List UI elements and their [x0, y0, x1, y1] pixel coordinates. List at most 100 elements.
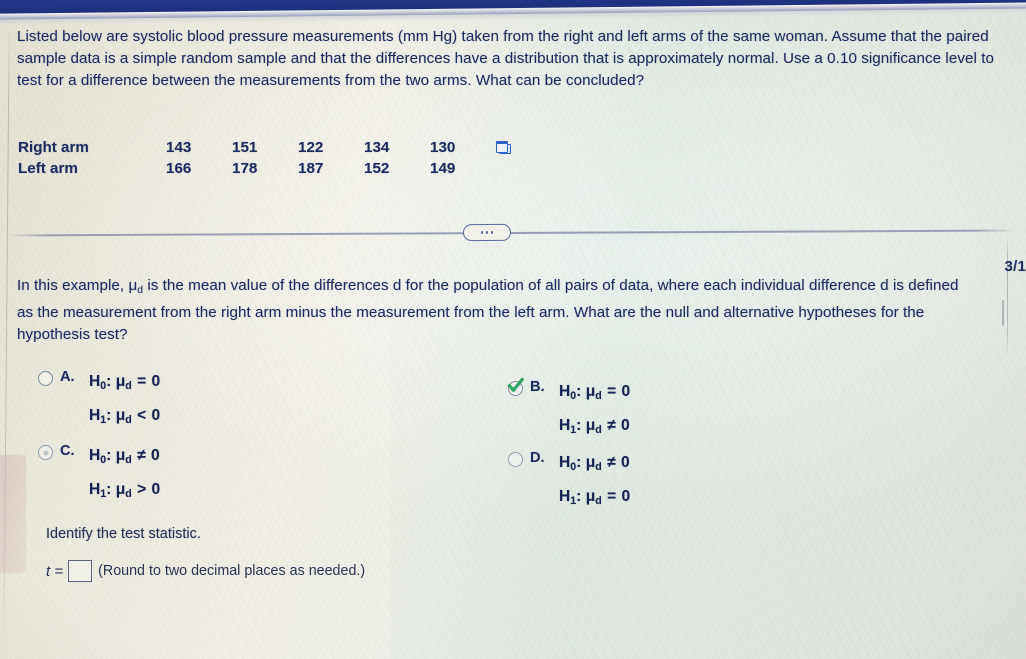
radio-button-b[interactable]	[507, 377, 524, 396]
null-hypothesis-d: H0: μd ≠ 0	[559, 448, 630, 482]
choice-option-c[interactable]: C. H0: μd ≠ 0 H1: μd > 0	[38, 441, 160, 509]
mu-glyph: μ	[128, 277, 138, 294]
value: 0	[151, 480, 161, 498]
left-arm-value-4: 152	[364, 160, 390, 177]
h-symbol: H	[559, 454, 571, 471]
test-statistic-entry: t = (Round to two decimal places as need…	[46, 560, 365, 582]
mu-symbol: μd	[128, 277, 143, 296]
left-arm-value-5: 149	[430, 160, 456, 177]
mu-glyph: μ	[115, 373, 126, 390]
value: 0	[151, 406, 161, 424]
choice-d-hypotheses: H0: μd ≠ 0 H1: μd = 0	[559, 448, 630, 516]
alt-hypothesis-d: H1: μd = 0	[559, 482, 630, 516]
right-arm-value-2: 151	[232, 139, 258, 156]
null-hypothesis-a: H0: μd = 0	[89, 367, 160, 401]
value: 0	[621, 487, 631, 505]
mu-subscript: d	[125, 487, 132, 500]
radio-inner-dot	[43, 450, 48, 455]
mu-subscript: d	[595, 494, 602, 507]
colon: :	[576, 416, 582, 434]
h-symbol: H	[89, 447, 101, 464]
null-hypothesis-c: H0: μd ≠ 0	[89, 441, 160, 475]
left-arm-value-3: 187	[298, 160, 324, 177]
page-counter-fragment: 3/1	[1004, 258, 1026, 275]
choice-letter-c: C.	[60, 443, 75, 459]
choice-a-hypotheses: H0: μd = 0 H1: μd < 0	[89, 367, 160, 435]
operator: =	[607, 383, 617, 400]
hypotheses-question: In this example, μd is the mean value of…	[17, 275, 967, 347]
choice-b-hypotheses: H0: μd = 0 H1: μd ≠ 0	[559, 377, 630, 445]
operator: =	[137, 373, 147, 390]
choice-c-hypotheses: H0: μd ≠ 0 H1: μd > 0	[89, 441, 160, 509]
operator: ≠	[607, 454, 616, 471]
choice-option-d[interactable]: D. H0: μd ≠ 0 H1: μd = 0	[508, 448, 630, 516]
test-statistic-instruction: Identify the test statistic.	[46, 526, 201, 542]
mu-glyph: μ	[115, 406, 126, 424]
null-hypothesis-b: H0: μd = 0	[559, 377, 630, 411]
mu-subscript: d	[595, 389, 602, 402]
mu-glyph: μ	[585, 487, 596, 505]
ellipsis-dot	[485, 231, 489, 234]
more-options-button[interactable]	[462, 223, 512, 242]
mu-glyph: μ	[585, 416, 596, 434]
para2-part1: In this example,	[17, 277, 129, 294]
colon: :	[106, 447, 112, 464]
colon: :	[576, 383, 582, 400]
ellipsis-dot	[491, 231, 494, 234]
right-arm-value-3: 122	[298, 139, 324, 156]
table-row: Left arm 166 178 187 152 149	[18, 160, 530, 181]
h-symbol: H	[89, 406, 101, 424]
para2-part2: is the mean value of the differences d f…	[17, 277, 959, 344]
choice-option-a[interactable]: A. H0: μd = 0 H1: μd < 0	[38, 367, 160, 435]
mu-glyph: μ	[115, 480, 126, 498]
alt-hypothesis-c: H1: μd > 0	[89, 475, 160, 509]
alt-hypothesis-b: H1: μd ≠ 0	[559, 411, 630, 445]
operator: ≠	[137, 447, 146, 464]
problem-content: Listed below are systolic blood pressure…	[0, 0, 1026, 659]
colon: :	[576, 487, 582, 505]
right-arm-value-1: 143	[166, 139, 192, 156]
row-label-right-arm: Right arm	[18, 139, 89, 156]
right-arm-value-5: 130	[430, 139, 456, 156]
mu-subscript: d	[595, 423, 602, 436]
empty-cell	[496, 160, 530, 181]
value: 0	[151, 447, 160, 464]
choice-letter-d: D.	[530, 450, 545, 466]
operator: ≠	[607, 416, 616, 434]
colon: :	[106, 373, 112, 390]
h-symbol: H	[559, 383, 571, 400]
value: 0	[621, 416, 630, 434]
mu-subscript: d	[595, 460, 602, 473]
h-symbol: H	[89, 480, 101, 498]
mu-glyph: μ	[585, 454, 596, 471]
choice-option-b[interactable]: B. H0: μd = 0 H1: μd ≠ 0	[507, 377, 630, 445]
left-arm-value-1: 166	[166, 160, 192, 177]
ellipsis-dot	[480, 231, 483, 234]
value: 0	[621, 383, 631, 400]
right-arm-value-4: 134	[364, 139, 390, 156]
value: 0	[621, 454, 630, 471]
operator: <	[137, 406, 147, 424]
operator: >	[137, 480, 147, 498]
row-label-left-arm: Left arm	[18, 160, 78, 177]
section-divider	[8, 229, 1016, 237]
problem-prompt: Listed below are systolic blood pressure…	[17, 28, 994, 90]
radio-button-a[interactable]	[38, 371, 53, 386]
colon: :	[576, 454, 582, 471]
radio-button-c[interactable]	[38, 445, 53, 460]
colon: :	[106, 406, 112, 424]
mu-glyph: μ	[115, 447, 126, 464]
popout-cell	[496, 139, 530, 160]
test-statistic-input[interactable]	[68, 560, 93, 582]
radio-button-d[interactable]	[508, 452, 523, 467]
mu-subscript: d	[125, 413, 132, 426]
choice-letter-a: A.	[60, 369, 75, 385]
paired-data-table: Right arm 143 151 122 134 130 Left arm 1…	[18, 139, 530, 181]
correct-check-icon	[506, 377, 525, 395]
table-row: Right arm 143 151 122 134 130	[18, 139, 530, 160]
popout-icon-front	[496, 141, 508, 154]
popout-window-icon[interactable]	[496, 141, 511, 155]
operator: =	[607, 487, 617, 505]
alt-hypothesis-a: H1: μd < 0	[89, 401, 160, 435]
left-arm-value-2: 178	[232, 160, 258, 177]
